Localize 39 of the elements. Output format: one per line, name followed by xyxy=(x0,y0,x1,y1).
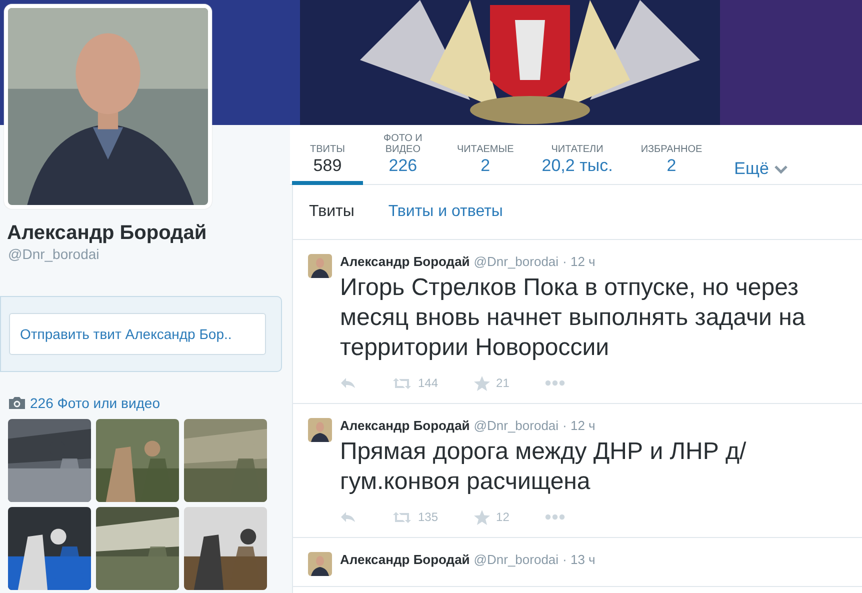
camera-icon xyxy=(8,396,26,410)
tweet-input-field[interactable]: Отправить твит Александр Бор.. xyxy=(9,313,266,355)
more-icon[interactable] xyxy=(545,380,566,386)
stat-tab[interactable]: ЧИТАТЕЛИ 20,2 тыс. xyxy=(528,129,627,185)
avatar-icon[interactable] xyxy=(308,254,332,278)
favorite-count: 12 xyxy=(496,510,510,524)
star-icon[interactable] xyxy=(474,376,490,390)
retweet-count: 135 xyxy=(418,510,438,524)
author-name[interactable]: Александр Бородай xyxy=(340,418,470,433)
author-handle: @Dnr_borodai xyxy=(474,418,559,433)
more-button[interactable]: Ещё xyxy=(734,158,788,180)
tweet-time[interactable]: · 12 ч xyxy=(562,254,596,269)
profile-name: Александр Бородай xyxy=(7,221,208,245)
tweet-text: Игорь Стрелков Пока в отпуске, но через месяц вновь начнет выполнять задачи на территории Новороссии xyxy=(340,273,806,363)
avatar-icon[interactable] xyxy=(308,552,332,576)
author-handle: @Dnr_borodai xyxy=(474,254,559,269)
retweet-count: 144 xyxy=(418,376,438,390)
avatar-icon[interactable] xyxy=(308,418,332,442)
more-icon[interactable] xyxy=(545,514,566,520)
author-handle: @Dnr_borodai xyxy=(474,552,559,567)
tweet-time[interactable]: · 13 ч xyxy=(562,552,596,567)
tweet-time[interactable]: · 12 ч xyxy=(562,418,596,433)
favorite-count: 21 xyxy=(496,376,510,390)
chevron-icon xyxy=(774,164,788,174)
author-name[interactable]: Александр Бородай xyxy=(340,254,470,269)
photos-link[interactable]: 226 Фото или видео xyxy=(30,395,160,411)
stat-tab[interactable]: ИЗБРАННОЕ 2 xyxy=(626,129,716,185)
stat-tab[interactable]: ЧИТАЕМЫЕ 2 xyxy=(442,129,528,185)
retweet-icon[interactable] xyxy=(392,510,412,524)
author-name[interactable]: Александр Бородай xyxy=(340,552,470,567)
timeline-tab[interactable]: Твиты xyxy=(309,203,354,221)
reply-icon[interactable] xyxy=(340,377,356,389)
retweet-icon[interactable] xyxy=(392,376,412,390)
reply-icon[interactable] xyxy=(340,511,356,523)
tweet-text: Прямая дорога между ДНР и ЛНР д/ гум.конвоя расчищена xyxy=(340,437,748,497)
stat-tab[interactable]: ФОТО И ВИДЕО 226 xyxy=(362,129,443,185)
profile-handle: @Dnr_borodai xyxy=(8,246,100,262)
star-icon[interactable] xyxy=(474,510,490,524)
timeline-tab[interactable]: Твиты и ответы xyxy=(388,203,503,221)
